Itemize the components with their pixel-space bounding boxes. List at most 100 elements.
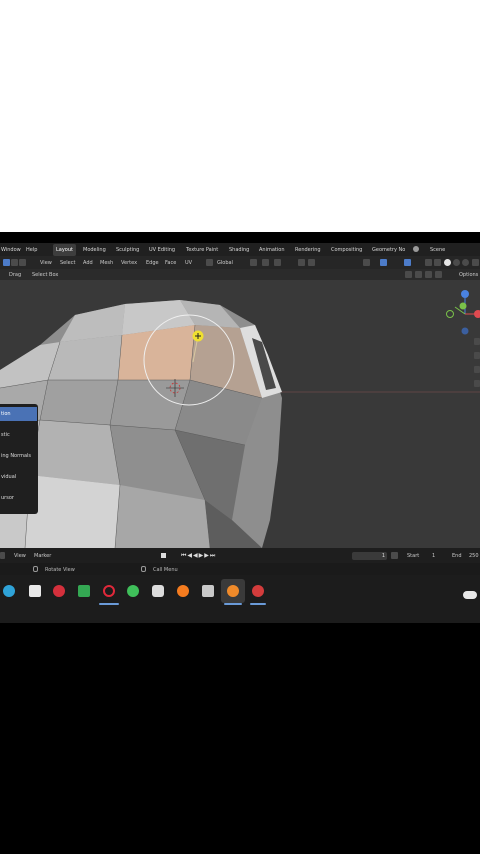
shading-wire-icon[interactable] xyxy=(434,259,441,266)
shading-material-icon[interactable] xyxy=(453,259,460,266)
menu-select[interactable]: Select xyxy=(60,260,75,266)
top-menu-bar: Window Help Layout Modeling Sculpting UV… xyxy=(0,243,480,256)
zoom-icon[interactable] xyxy=(474,338,480,345)
tab-uv-editing[interactable]: UV Editing xyxy=(149,247,175,253)
android-icon[interactable] xyxy=(78,585,90,597)
menu-help[interactable]: Help xyxy=(26,247,37,253)
gizmo-toggle-icon[interactable] xyxy=(380,259,387,266)
perspective-grid-icon[interactable] xyxy=(474,380,480,387)
tab-shading[interactable]: Shading xyxy=(229,247,249,253)
mirror-y-icon[interactable] xyxy=(415,271,422,278)
playback-controls[interactable]: ⏮◀◀▶▶⏭ xyxy=(181,552,243,559)
timeline-menu-marker[interactable]: Marker xyxy=(34,553,51,559)
mouse-icon xyxy=(33,566,38,572)
pinterest-icon[interactable] xyxy=(53,585,65,597)
letterbox-strip xyxy=(0,232,480,243)
transform-orientation-dropdown[interactable]: Global xyxy=(217,260,233,266)
menu-window[interactable]: Window xyxy=(1,247,21,253)
proportional-edit-icon[interactable] xyxy=(298,259,305,266)
letterbox-bottom xyxy=(0,623,480,854)
blender-icon[interactable] xyxy=(227,585,239,597)
viewport-canvas[interactable] xyxy=(0,280,480,548)
status-call-menu: Call Menu xyxy=(153,567,178,573)
current-frame-field[interactable]: 1 xyxy=(352,552,387,560)
letterbox-top xyxy=(0,0,480,232)
menu-edge[interactable]: Edge xyxy=(146,260,159,266)
clock-icon[interactable] xyxy=(391,552,398,559)
camera-view-icon[interactable] xyxy=(474,366,480,373)
pan-hand-icon[interactable] xyxy=(474,352,480,359)
menu-vertex[interactable]: Vertex xyxy=(121,260,137,266)
tab-geometry-nodes[interactable]: Geometry No xyxy=(372,247,405,253)
scene-label[interactable]: Scene xyxy=(430,247,445,253)
3d-viewport[interactable]: tion stic ing Normals vidual ursor xyxy=(0,280,480,548)
popup-item[interactable]: tion xyxy=(0,407,37,421)
shading-rendered-icon[interactable] xyxy=(462,259,469,266)
select-mode-edge-icon[interactable] xyxy=(11,259,18,266)
active-indicator xyxy=(224,603,242,605)
menu-view[interactable]: View xyxy=(40,260,52,266)
chrome-icon[interactable] xyxy=(252,585,264,597)
shield-icon[interactable] xyxy=(152,585,164,597)
mouse-icon xyxy=(141,566,146,572)
active-indicator xyxy=(99,603,119,605)
record-icon[interactable] xyxy=(161,553,166,558)
cloud-icon[interactable] xyxy=(463,591,477,599)
timeline-menu-view[interactable]: View xyxy=(14,553,26,559)
snap-target-icon[interactable] xyxy=(274,259,281,266)
end-label: End xyxy=(452,553,462,559)
drag-label: Drag xyxy=(9,272,22,278)
viewport-header: View Select Add Mesh Vertex Edge Face UV… xyxy=(0,256,480,269)
start-label: Start xyxy=(407,553,420,559)
popup-item[interactable]: stic xyxy=(0,428,37,442)
calculator-icon[interactable] xyxy=(202,585,214,597)
orientation-icon xyxy=(206,259,213,266)
overlay-toggle-icon[interactable] xyxy=(404,259,411,266)
falloff-icon[interactable] xyxy=(308,259,315,266)
operator-popup-menu: tion stic ing Normals vidual ursor xyxy=(0,404,38,514)
link-icon[interactable] xyxy=(127,585,139,597)
mirror-z-icon[interactable] xyxy=(425,271,432,278)
editor-type-icon[interactable] xyxy=(0,552,5,559)
mirror-x-icon[interactable] xyxy=(405,271,412,278)
shading-options-icon[interactable] xyxy=(472,259,479,266)
menu-uv[interactable]: UV xyxy=(185,260,192,266)
visibility-icon[interactable] xyxy=(363,259,370,266)
end-value[interactable]: 250 xyxy=(469,553,479,559)
status-rotate-view: Rotate View xyxy=(45,567,75,573)
timeline-header: View Marker ⏮◀◀▶▶⏭ 1 Start 1 End 250 xyxy=(0,548,480,563)
active-indicator xyxy=(250,603,266,605)
select-mode-face-icon[interactable] xyxy=(19,259,26,266)
tab-rendering[interactable]: Rendering xyxy=(295,247,321,253)
tab-modeling[interactable]: Modeling xyxy=(83,247,106,253)
firefox-icon[interactable] xyxy=(177,585,189,597)
options-dropdown[interactable]: Options xyxy=(459,272,478,278)
start-value[interactable]: 1 xyxy=(432,553,435,559)
select-mode-vertex-icon[interactable] xyxy=(3,259,10,266)
menu-mesh[interactable]: Mesh xyxy=(100,260,113,266)
popup-item[interactable]: ursor xyxy=(0,491,37,505)
shading-solid-icon[interactable] xyxy=(444,259,451,266)
tool-settings-bar: Drag Select Box Options xyxy=(0,269,480,280)
menu-face[interactable]: Face xyxy=(165,260,176,266)
xray-icon[interactable] xyxy=(425,259,432,266)
tab-layout[interactable]: Layout xyxy=(53,244,76,256)
tab-compositing[interactable]: Compositing xyxy=(331,247,362,253)
mirror-options-icon[interactable] xyxy=(435,271,442,278)
os-taskbar xyxy=(0,575,480,623)
blender-window: Window Help Layout Modeling Sculpting UV… xyxy=(0,243,480,623)
select-box-dropdown[interactable]: Select Box xyxy=(32,272,58,278)
tab-sculpting[interactable]: Sculpting xyxy=(116,247,139,253)
menu-add[interactable]: Add xyxy=(83,260,93,266)
opera-icon[interactable] xyxy=(103,585,115,597)
popup-item[interactable]: ing Normals xyxy=(0,449,37,463)
tab-texture-paint[interactable]: Texture Paint xyxy=(186,247,218,253)
popup-item[interactable]: vidual xyxy=(0,470,37,484)
status-bar: Rotate View Call Menu xyxy=(0,563,480,575)
edge-icon[interactable] xyxy=(3,585,15,597)
folder-icon[interactable] xyxy=(29,585,41,597)
scene-icon[interactable] xyxy=(413,246,419,252)
pivot-icon[interactable] xyxy=(250,259,257,266)
tab-animation[interactable]: Animation xyxy=(259,247,285,253)
snap-icon[interactable] xyxy=(262,259,269,266)
